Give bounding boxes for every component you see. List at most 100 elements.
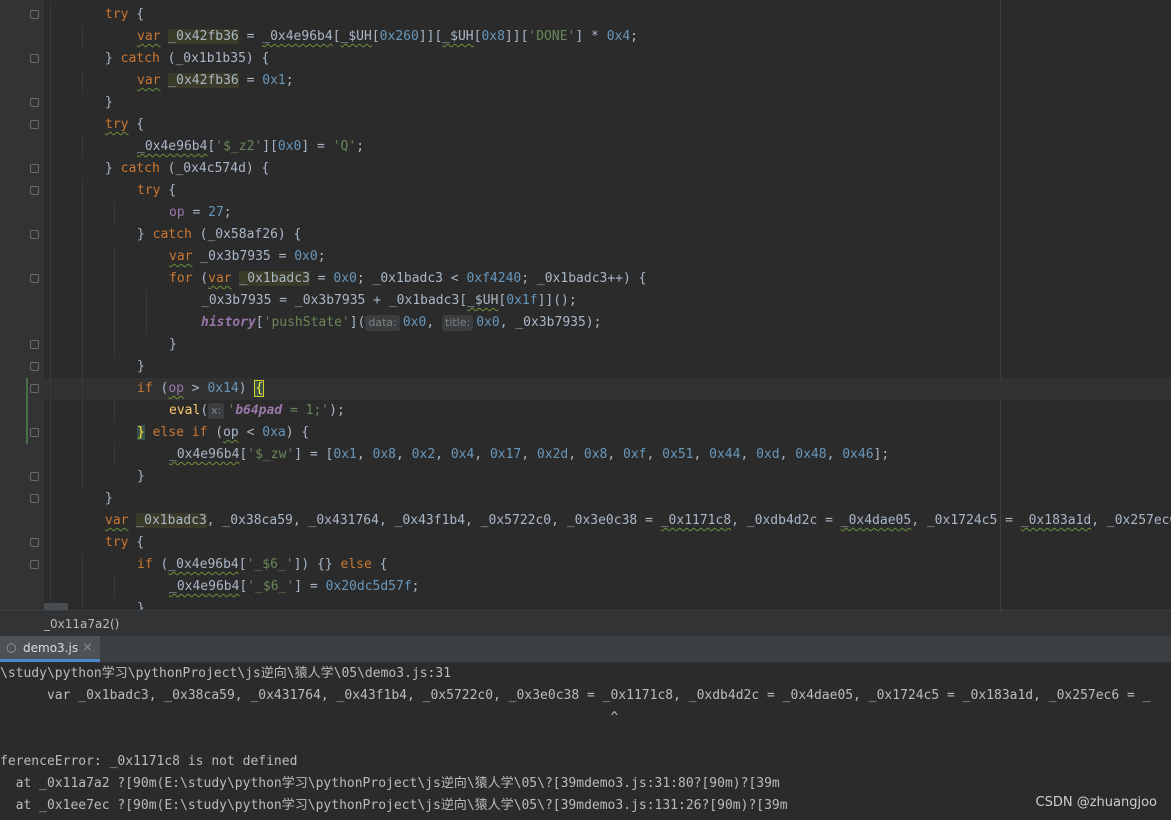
code-text[interactable]: try { (105, 532, 144, 554)
code-line[interactable]: try { (44, 180, 1171, 202)
fold-icon[interactable] (30, 10, 39, 19)
code-text[interactable]: history['pushState'](data: 0x0, title: 0x0… (201, 312, 601, 334)
close-icon[interactable]: × (82, 640, 93, 655)
code-text[interactable]: _0x3b7935 = _0x3b7935 + _0x1badc3[_$UH[0… (201, 290, 577, 312)
code-line[interactable]: if (op > 0x14) { (44, 378, 1171, 400)
fold-icon[interactable] (30, 186, 39, 195)
fold-icon[interactable] (30, 340, 39, 349)
code-editor[interactable]: try {var _0x42fb36 = _0x4e96b4[_$UH[0x26… (0, 0, 1171, 610)
code-line[interactable]: } else if (op < 0xa) { (44, 422, 1171, 444)
code-line[interactable]: var _0x42fb36 = _0x4e96b4[_$UH[0x260]][_… (44, 26, 1171, 48)
indent-guide (50, 246, 51, 268)
code-text[interactable]: if (_0x4e96b4['_$6_']) {} else { (137, 554, 388, 576)
code-line[interactable]: _0x4e96b4['$_zw'] = [0x1, 0x8, 0x2, 0x4,… (44, 444, 1171, 466)
indent-guide (82, 26, 83, 48)
code-line[interactable]: if (_0x4e96b4['_$6_']) {} else { (44, 554, 1171, 576)
code-text[interactable]: } (105, 488, 113, 510)
code-text[interactable]: try { (105, 114, 144, 136)
fold-icon[interactable] (30, 230, 39, 239)
code-text[interactable]: var _0x42fb36 = 0x1; (137, 70, 294, 92)
fold-icon[interactable] (30, 120, 39, 129)
breadcrumb[interactable]: _0x11a7a2() (0, 610, 1171, 637)
code-line[interactable]: var _0x1badc3, _0x38ca59, _0x431764, _0x… (44, 510, 1171, 532)
code-line[interactable]: _0x3b7935 = _0x3b7935 + _0x1badc3[_$UH[0… (44, 290, 1171, 312)
code-line[interactable]: } (44, 598, 1171, 610)
code-text[interactable]: } catch (_0x58af26) { (137, 224, 301, 246)
code-text[interactable]: } (137, 598, 145, 610)
indent-guide (50, 444, 51, 466)
code-line[interactable]: _0x4e96b4['$_z2'][0x0] = 'Q'; (44, 136, 1171, 158)
code-text[interactable]: _0x4e96b4['$_zw'] = [0x1, 0x8, 0x2, 0x4,… (169, 444, 889, 466)
code-line[interactable]: try { (44, 4, 1171, 26)
code-line[interactable]: } (44, 356, 1171, 378)
editor-gutter[interactable] (0, 0, 44, 610)
fold-icon[interactable] (30, 428, 39, 437)
code-line[interactable]: } (44, 334, 1171, 356)
code-line[interactable]: op = 27; (44, 202, 1171, 224)
fold-icon[interactable] (30, 54, 39, 63)
code-line[interactable]: } catch (_0x4c574d) { (44, 158, 1171, 180)
indent-guide (50, 158, 51, 180)
fold-icon[interactable] (30, 538, 39, 547)
indent-guide (50, 356, 51, 378)
indent-guide (50, 224, 51, 246)
code-line[interactable]: try { (44, 114, 1171, 136)
code-text[interactable]: } catch (_0x4c574d) { (105, 158, 269, 180)
run-console-output[interactable]: \study\python学习\pythonProject\js逆向\猿人学\0… (0, 663, 1171, 820)
code-line[interactable]: history['pushState'](data: 0x0, title: 0x0… (44, 312, 1171, 334)
indent-guide (50, 554, 51, 576)
fold-icon[interactable] (30, 274, 39, 283)
fold-icon[interactable] (30, 472, 39, 481)
code-line[interactable]: } (44, 488, 1171, 510)
code-text[interactable]: _0x4e96b4['$_z2'][0x0] = 'Q'; (137, 136, 364, 158)
console-line: at _0x1ee7ec ?[90m(E:\study\python学习\pyt… (0, 798, 788, 813)
code-text[interactable]: } (169, 334, 177, 356)
indent-guide (50, 48, 51, 70)
code-line[interactable]: var _0x42fb36 = 0x1; (44, 70, 1171, 92)
fold-icon[interactable] (30, 560, 39, 569)
indent-guide (50, 466, 51, 488)
code-area[interactable]: try {var _0x42fb36 = _0x4e96b4[_$UH[0x26… (44, 4, 1171, 610)
code-text[interactable]: _0x4e96b4['_$6_'] = 0x20dc5d57f; (169, 576, 419, 598)
fold-icon[interactable] (30, 98, 39, 107)
fold-icon[interactable] (30, 362, 39, 371)
code-text[interactable]: try { (105, 4, 144, 26)
indent-guide (114, 312, 115, 334)
code-text[interactable]: var _0x42fb36 = _0x4e96b4[_$UH[0x260]][_… (137, 26, 638, 48)
indent-guide (50, 334, 51, 356)
code-text[interactable]: var _0x1badc3, _0x38ca59, _0x431764, _0x… (105, 510, 1171, 532)
code-text[interactable]: for (var _0x1badc3 = 0x0; _0x1badc3 < 0x… (169, 268, 646, 290)
code-text[interactable]: } (105, 92, 113, 114)
code-line[interactable]: } (44, 466, 1171, 488)
code-line[interactable]: } catch (_0x58af26) { (44, 224, 1171, 246)
fold-icon[interactable] (30, 164, 39, 173)
code-text[interactable]: } else if (op < 0xa) { (137, 422, 309, 444)
indent-guide (82, 246, 83, 268)
code-line[interactable]: var _0x3b7935 = 0x0; (44, 246, 1171, 268)
code-text[interactable]: eval(x:'b64pad = 1;'); (169, 400, 345, 422)
code-text[interactable]: if (op > 0x14) { (137, 378, 265, 400)
breadcrumb-function[interactable]: _0x11a7a2() (44, 617, 119, 631)
code-text[interactable]: var _0x3b7935 = 0x0; (169, 246, 326, 268)
horizontal-scrollbar-thumb[interactable] (44, 603, 68, 610)
vcs-change-marker[interactable] (26, 378, 28, 444)
indent-guide (82, 356, 83, 378)
fold-icon[interactable] (30, 494, 39, 503)
code-line[interactable]: _0x4e96b4['_$6_'] = 0x20dc5d57f; (44, 576, 1171, 598)
code-text[interactable]: op = 27; (169, 202, 232, 224)
console-line: \study\python学习\pythonProject\js逆向\猿人学\0… (0, 666, 452, 681)
fold-icon[interactable] (30, 384, 39, 393)
indent-guide (50, 70, 51, 92)
tab-demo3-js[interactable]: ⬡ demo3.js × (0, 636, 100, 662)
code-text[interactable]: } catch (_0x1b1b35) { (105, 48, 269, 70)
code-text[interactable]: } (137, 356, 145, 378)
indent-guide (82, 290, 83, 312)
code-text[interactable]: } (137, 466, 145, 488)
code-line[interactable]: } (44, 92, 1171, 114)
code-line[interactable]: } catch (_0x1b1b35) { (44, 48, 1171, 70)
code-line[interactable]: for (var _0x1badc3 = 0x0; _0x1badc3 < 0x… (44, 268, 1171, 290)
code-line[interactable]: eval(x:'b64pad = 1;'); (44, 400, 1171, 422)
code-text[interactable]: try { (137, 180, 176, 202)
code-line[interactable]: try { (44, 532, 1171, 554)
